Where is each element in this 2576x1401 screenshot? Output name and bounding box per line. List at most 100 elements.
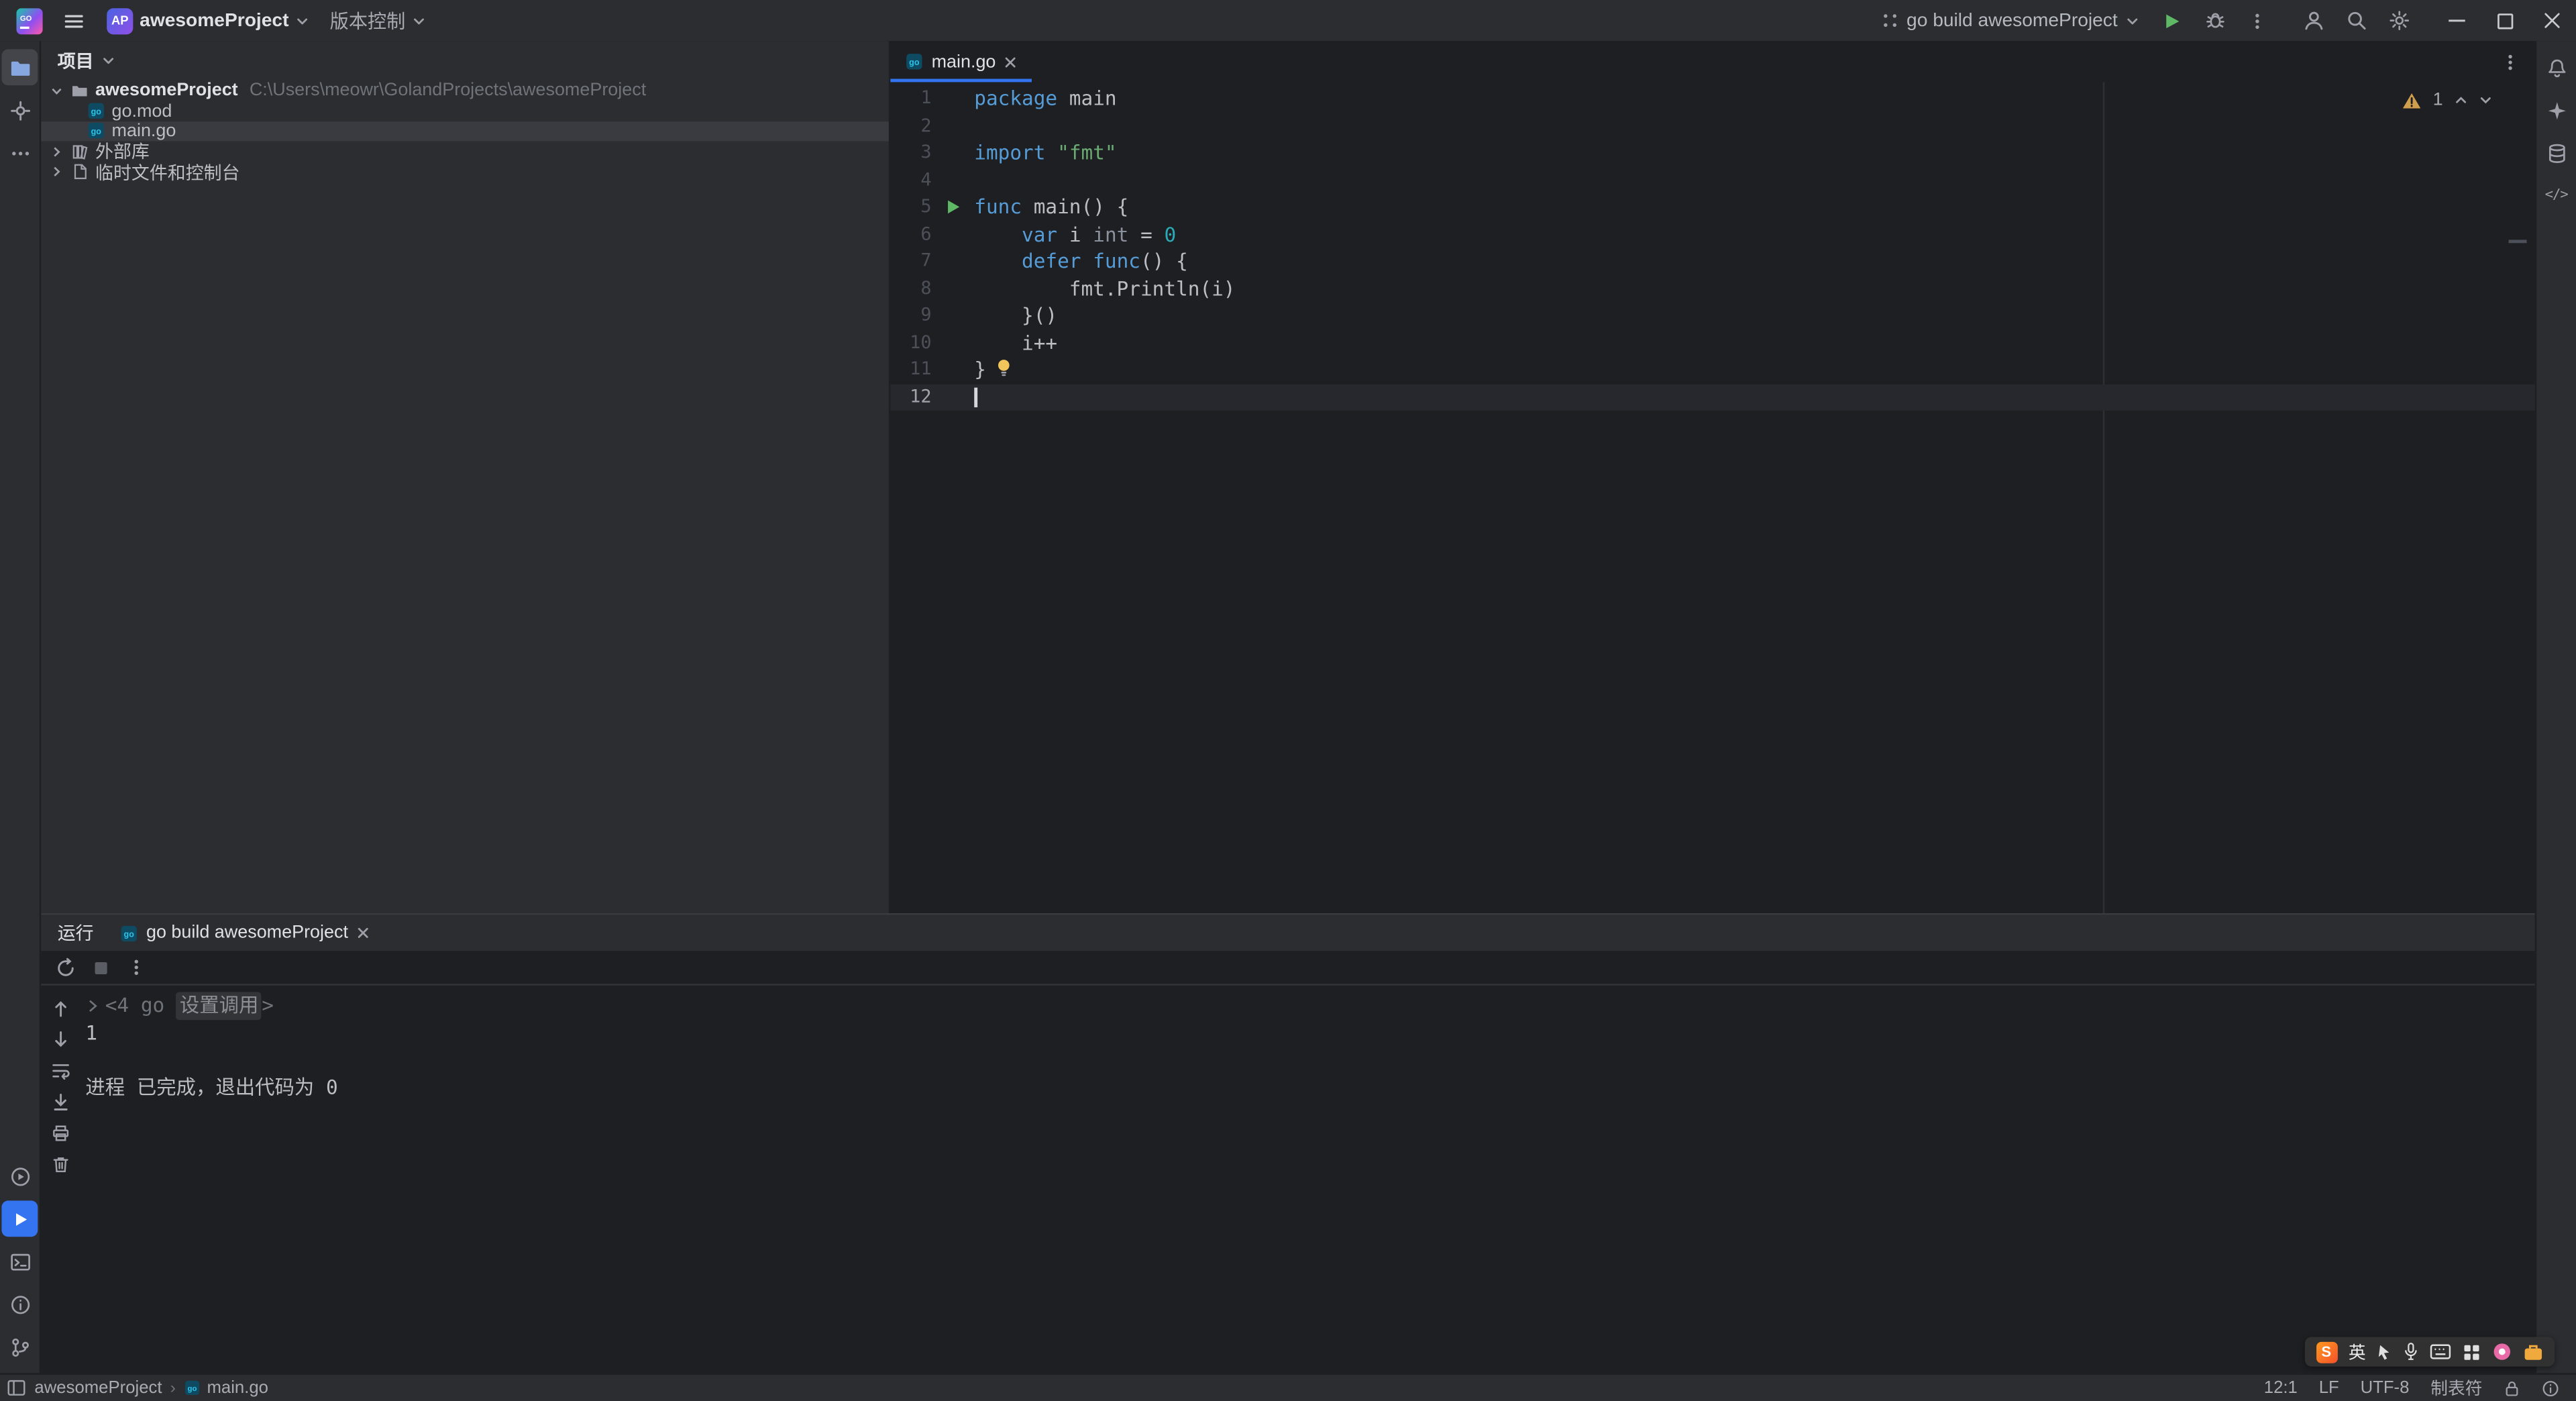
ai-assistant-button[interactable] <box>2538 92 2575 128</box>
notifications-bell-button[interactable] <box>2538 49 2575 85</box>
run-more-options-button[interactable] <box>127 957 146 977</box>
project-selector[interactable]: AP awesomeProject <box>97 3 318 39</box>
ime-apps-grid-icon[interactable] <box>2463 1343 2481 1361</box>
code-line-3[interactable]: 3 import "fmt" <box>890 140 2534 166</box>
maximize-button[interactable] <box>2481 0 2528 41</box>
run-panel-header: 运行 go go build awesomeProject <box>41 915 2535 951</box>
terminal-tool-button[interactable] <box>1 1243 38 1280</box>
soft-wrap-button[interactable] <box>47 1059 73 1082</box>
ime-mode-toggle[interactable]: 英 <box>2349 1339 2366 1364</box>
endpoints-code-button[interactable]: </> <box>2538 177 2575 213</box>
next-occurrence-button[interactable] <box>47 1028 73 1051</box>
editor-tab-main-go[interactable]: go main.go <box>890 41 1032 83</box>
stop-button[interactable] <box>92 958 110 976</box>
prev-occurrence-button[interactable] <box>47 997 73 1020</box>
run-tab[interactable]: go go build awesomeProject <box>120 923 370 943</box>
breadcrumb-project[interactable]: awesomeProject <box>34 1378 162 1398</box>
gutter-slot <box>932 166 975 193</box>
indent-widget[interactable]: 制表符 <box>2430 1376 2482 1400</box>
breadcrumb-file[interactable]: go main.go <box>184 1378 268 1398</box>
scroll-to-end-button[interactable] <box>47 1090 73 1113</box>
scrollbar-mark[interactable] <box>2508 240 2527 244</box>
rerun-button[interactable] <box>56 957 75 977</box>
fold-arrow-icon[interactable] <box>85 998 100 1013</box>
warning-count: 1 <box>2432 90 2443 111</box>
warning-triangle-icon <box>2402 91 2421 109</box>
run-config-selector[interactable]: go build awesomeProject <box>1869 7 2151 34</box>
tree-row-main-go[interactable]: go main.go <box>41 121 889 142</box>
code-line-2[interactable]: 2 <box>890 113 2534 140</box>
tree-row-project-root[interactable]: awesomeProject C:\Users\meowr\GolandProj… <box>41 81 889 101</box>
sogou-logo-icon[interactable]: S <box>2315 1341 2337 1363</box>
ide-info-icon[interactable] <box>2542 1379 2560 1397</box>
right-activity-bar: </> <box>2534 41 2576 1373</box>
inspections-widget[interactable]: 1 <box>2402 91 2492 110</box>
run-tool-button[interactable] <box>1 1200 38 1237</box>
gutter-slot <box>932 384 975 411</box>
tab-close-icon[interactable] <box>1004 55 1018 68</box>
intention-bulb-icon[interactable] <box>996 358 1012 378</box>
debug-button[interactable] <box>2193 0 2236 41</box>
code-line-9[interactable]: 9 }() <box>890 302 2534 329</box>
code-line-10[interactable]: 10 i++ <box>890 329 2534 356</box>
console-fold-chip[interactable]: 设置调用 <box>176 992 262 1020</box>
line-number: 11 <box>910 358 932 380</box>
code-line-6[interactable]: 6 var i int = 0 <box>890 221 2534 248</box>
tab-close-icon[interactable] <box>356 927 370 940</box>
vcs-widget[interactable]: 版本控制 <box>320 3 435 39</box>
search-everywhere-button[interactable] <box>2334 0 2377 41</box>
code-line-12[interactable]: 12 <box>890 383 2535 411</box>
services-tool-button[interactable] <box>1 1158 38 1194</box>
clear-console-button[interactable] <box>47 1153 73 1176</box>
tool-window-layout-button[interactable] <box>7 1378 26 1398</box>
print-button[interactable] <box>47 1122 73 1145</box>
minimize-button[interactable] <box>2433 0 2481 41</box>
line-number: 4 <box>920 168 932 190</box>
chevron-right-icon[interactable] <box>49 164 64 179</box>
editor-content[interactable]: 1 package main 2 3 import "fmt" 4 5 func main()… <box>890 82 2535 913</box>
chevron-down-icon[interactable] <box>49 83 64 98</box>
close-button[interactable] <box>2528 0 2576 41</box>
ime-keyboard-icon[interactable] <box>2430 1343 2451 1359</box>
problems-tool-button[interactable] <box>1 1286 38 1322</box>
tree-row-go-mod[interactable]: go go.mod <box>41 101 889 121</box>
more-tool-windows-button[interactable] <box>1 135 38 171</box>
more-actions-button[interactable] <box>2236 0 2279 41</box>
code-line-1[interactable]: 1 package main <box>890 85 2534 112</box>
caret-position-widget[interactable]: 12:1 <box>2264 1378 2298 1398</box>
code-line-5[interactable]: 5 func main() { <box>890 194 2534 221</box>
ime-mic-icon[interactable] <box>2404 1342 2418 1361</box>
line-ending-widget[interactable]: LF <box>2319 1378 2339 1398</box>
run-button[interactable] <box>2151 0 2194 41</box>
run-panel-title[interactable]: 运行 <box>58 920 94 946</box>
chevron-right-icon[interactable] <box>49 144 64 159</box>
console-output[interactable]: <4 go 设置调用 >1 进程 已完成，退出代码为 0 <box>79 986 2535 1373</box>
user-account-button[interactable] <box>2292 0 2334 41</box>
code-line-4[interactable]: 4 <box>890 166 2534 193</box>
project-panel-header[interactable]: 项目 <box>41 41 889 81</box>
readonly-lock-icon[interactable] <box>2504 1379 2520 1397</box>
code-text: fmt.Println(i) <box>974 276 1236 300</box>
commit-tool-button[interactable] <box>1 92 38 128</box>
database-tool-button[interactable] <box>2538 135 2575 171</box>
tab-options-button[interactable] <box>2500 41 2534 82</box>
code-line-11[interactable]: 11} <box>890 356 2534 383</box>
gutter-slot <box>932 85 975 112</box>
main-menu-button[interactable] <box>52 0 95 41</box>
encoding-widget[interactable]: UTF-8 <box>2361 1378 2410 1398</box>
chevron-down-icon[interactable] <box>2479 94 2493 107</box>
chevron-up-icon[interactable] <box>2455 94 2468 107</box>
version-control-tool-button[interactable] <box>1 1329 38 1365</box>
code-line-8[interactable]: 8 fmt.Println(i) <box>890 275 2534 302</box>
ime-toolbox-icon[interactable] <box>2524 1343 2543 1361</box>
run-gutter-icon[interactable] <box>932 194 975 221</box>
ime-pointer-icon[interactable] <box>2377 1343 2392 1361</box>
code-line-7[interactable]: 7 defer func() { <box>890 248 2534 275</box>
ime-skin-icon[interactable] <box>2492 1342 2512 1361</box>
line-number: 2 <box>920 114 932 136</box>
editor-caret <box>974 386 977 407</box>
settings-gear-button[interactable] <box>2377 0 2420 41</box>
chevron-down-icon <box>102 54 115 68</box>
tree-row-scratches[interactable]: 临时文件和控制台 <box>41 162 889 184</box>
project-tool-button[interactable] <box>1 49 38 86</box>
